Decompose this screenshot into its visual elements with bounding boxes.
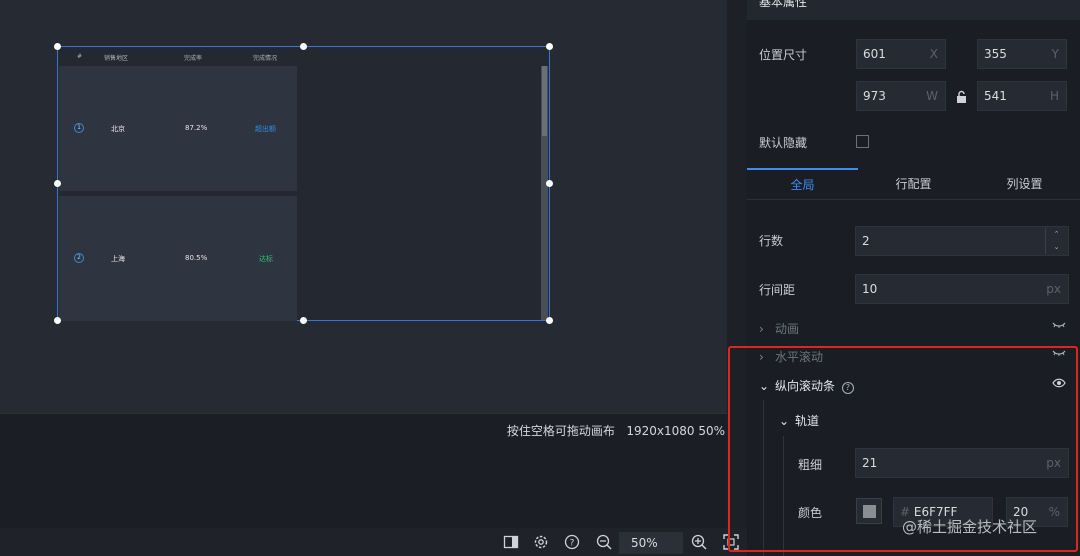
scroll-table: # 销售地区 完成率 完成情况 1 北京 87.2% 超出额 2 上海 80.5… [59,48,549,321]
app-root: # 销售地区 完成率 完成情况 1 北京 87.2% 超出额 2 上海 80.5… [0,0,1080,556]
x-suffix: X [929,47,938,61]
row-status: 超出额 [255,125,276,133]
h-value: 541 [984,89,1007,103]
panel-header: 基本属性 [747,0,1080,20]
h-suffix: H [1049,89,1059,103]
resize-handle-bottom-left[interactable] [54,317,61,324]
resize-handle-top-right[interactable] [546,43,553,50]
default-hidden-label: 默认隐藏 [759,136,808,150]
row-status: 达标 [259,255,273,263]
rows-stepper[interactable]: ⌃ ⌄ [1045,228,1067,254]
row-region: 上海 [111,255,125,263]
header-status: 完成情况 [253,55,278,62]
canvas-status-bar: 按住空格可拖动画布 1920x1080 50% [0,413,727,528]
zoom-input[interactable]: 50% [619,532,683,554]
design-canvas[interactable]: # 销售地区 完成率 完成情况 1 北京 87.2% 超出额 2 上海 80.5… [0,0,727,413]
status-text: 按住空格可拖动画布 1920x1080 50% [507,422,725,439]
canvas-resolution: 1920x1080 [626,424,695,438]
tab-column-settings[interactable]: 列设置 [969,168,1080,200]
w-value: 973 [863,89,886,103]
table-row: 2 上海 80.5% 达标 [59,196,297,321]
chevron-right-icon: › [759,322,764,336]
table-header: # 销售地区 完成率 完成情况 [59,48,549,66]
width-input[interactable]: 973 W [856,81,946,111]
row-index-badge: 1 [74,123,84,133]
stepper-up-icon[interactable]: ⌃ [1045,228,1067,241]
table-row: 1 北京 87.2% 超出额 [59,66,297,191]
table-vertical-scrollbar[interactable] [541,66,548,320]
position-size-label: 位置尺寸 [759,48,808,62]
y-suffix: Y [1051,47,1059,61]
x-value: 601 [863,47,886,61]
panel-toggle-icon[interactable] [503,534,519,550]
lock-icon[interactable] [955,89,969,103]
tab-global[interactable]: 全局 [747,168,858,200]
resize-handle-right[interactable] [546,180,553,187]
row-gap-value: 10 [862,282,878,296]
row-gap-suffix: px [1046,282,1061,296]
row-index-badge: 2 [74,253,84,263]
config-tabs: 全局 行配置 列设置 [747,168,1080,200]
svg-text:?: ? [570,539,575,549]
row-rate: 80.5% [185,254,208,262]
zoom-in-icon[interactable] [691,534,707,550]
header-index: # [77,53,83,60]
resize-handle-bottom[interactable] [300,317,307,324]
selected-table-component[interactable]: # 销售地区 完成率 完成情况 1 北京 87.2% 超出额 2 上海 80.5… [57,46,550,321]
header-rate: 完成率 [184,55,203,62]
scrollbar-thumb[interactable] [542,66,547,136]
tab-row-config[interactable]: 行配置 [858,168,969,200]
section-animation[interactable]: › 动画 [759,320,799,337]
rows-input[interactable]: 2 [855,226,1069,256]
y-value: 355 [984,47,1007,61]
drag-hint: 按住空格可拖动画布 [506,424,615,438]
x-input[interactable]: 601 X [856,39,946,69]
header-region: 销售地区 [104,55,129,62]
zoom-out-icon[interactable] [596,534,612,550]
row-gap-input[interactable]: 10 px [855,274,1069,304]
canvas-zoom-readout: 50% [698,424,725,438]
help-icon[interactable]: ? [564,534,580,550]
y-input[interactable]: 355 Y [977,39,1067,69]
w-suffix: W [926,89,938,103]
resize-handle-left[interactable] [54,180,61,187]
resize-handle-top[interactable] [300,43,307,50]
resize-handle-top-left[interactable] [54,43,61,50]
row-region: 北京 [111,125,125,133]
bottom-toolbar: ? 50% [0,528,748,556]
eye-closed-icon[interactable] [1052,320,1066,333]
stepper-down-icon[interactable]: ⌄ [1045,241,1067,254]
default-hidden-checkbox[interactable] [856,135,869,148]
animation-label: 动画 [775,322,800,336]
watermark-text: @稀土掘金技术社区 [902,518,1038,536]
height-input[interactable]: 541 H [977,81,1067,111]
row-gap-label: 行间距 [759,283,796,297]
resize-handle-bottom-right[interactable] [546,317,553,324]
rows-label: 行数 [759,234,784,248]
rows-value: 2 [862,234,870,248]
gear-icon[interactable] [533,534,549,550]
row-rate: 87.2% [185,124,208,132]
